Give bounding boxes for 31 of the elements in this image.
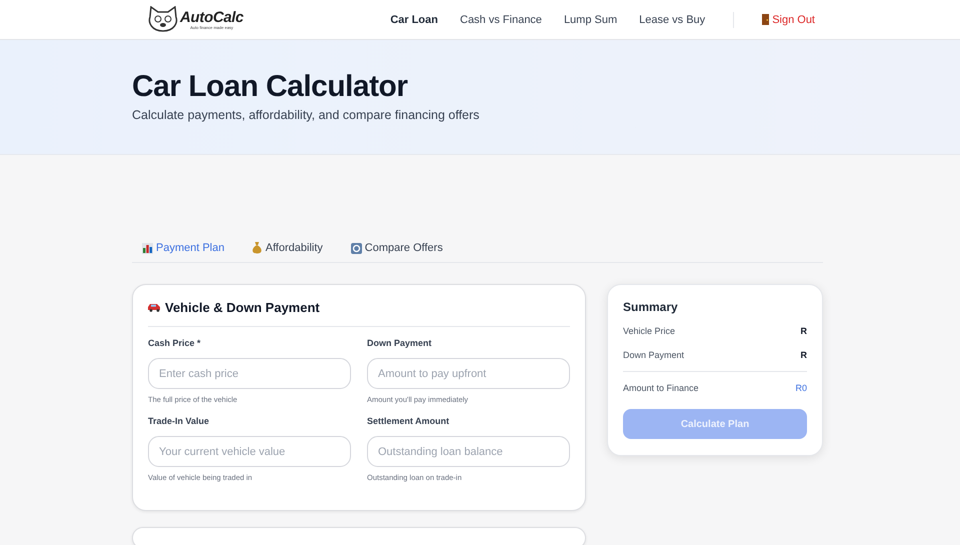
nav-link[interactable]: Lump Sum: [564, 14, 618, 26]
input-field[interactable]: Outstanding loan balance: [367, 436, 570, 467]
summary-label: Down Payment: [623, 350, 684, 360]
bar-chart-icon: [142, 242, 153, 254]
field-label: Trade-In Value: [148, 416, 210, 426]
field-label: Settlement Amount: [367, 416, 450, 426]
sign-out-link[interactable]: Sign Out: [762, 14, 815, 26]
tab[interactable]: Compare Offers: [350, 242, 443, 254]
summary-label: Vehicle Price: [623, 326, 676, 336]
page-title: Car Loan Calculator: [132, 70, 409, 104]
card-title: Vehicle & Down Payment: [165, 300, 320, 315]
logo-text: AutoCalc: [180, 10, 244, 24]
nav-link[interactable]: Cash vs Finance: [460, 14, 542, 26]
money-bag-icon: [252, 242, 262, 254]
summary-title: Summary: [623, 300, 679, 314]
summary-value: R: [800, 350, 807, 360]
summary-value: R: [800, 326, 807, 336]
input-field[interactable]: Your current vehicle value: [148, 436, 351, 467]
tab[interactable]: Affordability: [252, 242, 323, 254]
nav-link[interactable]: Lease vs Buy: [639, 14, 706, 26]
input-field[interactable]: Amount to pay upfront: [367, 358, 570, 389]
nav-link[interactable]: Car Loan: [390, 14, 438, 26]
summary-value: R0: [795, 383, 807, 393]
summary-label: Amount to Finance: [623, 383, 699, 393]
field-label: Cash Price *: [148, 338, 202, 348]
page-subtitle: Calculate payments, affordability, and compare financing offers: [132, 108, 480, 122]
input-field[interactable]: Enter cash price: [148, 358, 351, 389]
car-icon: [148, 303, 161, 312]
field-label: Down Payment: [367, 338, 433, 348]
tab[interactable]: Payment Plan: [142, 242, 224, 254]
door-icon: [762, 14, 770, 25]
